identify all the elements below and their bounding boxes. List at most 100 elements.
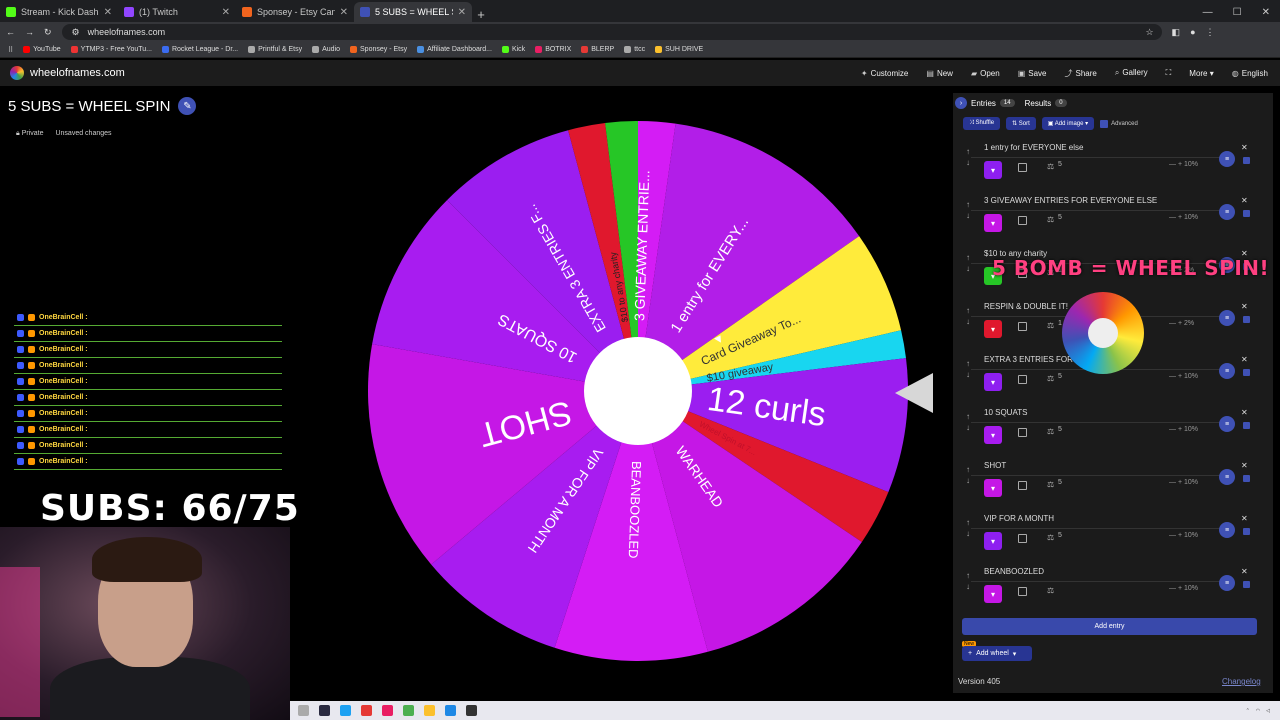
entry-menu-button[interactable]: ≡ xyxy=(1219,416,1235,432)
private-badge[interactable]: 🔒︎ Private xyxy=(16,130,43,138)
profile-icon[interactable]: ● xyxy=(1190,27,1195,37)
tray-up-icon[interactable]: ⌃ xyxy=(1246,708,1250,714)
entry-text[interactable]: 3 GIVEAWAY ENTRIES FOR EVERYONE ELSE xyxy=(984,196,1157,205)
delete-entry-icon[interactable]: ✕ xyxy=(1241,514,1248,523)
search-icon[interactable] xyxy=(298,705,309,716)
reorder-icon[interactable]: ↑ ↓ xyxy=(966,517,970,539)
app-icon[interactable] xyxy=(445,705,456,716)
forward-icon[interactable]: → xyxy=(25,27,34,37)
entry-weight[interactable]: 5 xyxy=(1058,426,1062,433)
entry-weight[interactable]: 5 xyxy=(1058,373,1062,380)
entry-text[interactable]: RESPIN & DOUBLE IT! xyxy=(984,302,1068,311)
entry-row[interactable]: ↑ ↓ 3 GIVEAWAY ENTRIES FOR EVERYONE ELSE … xyxy=(963,196,1263,246)
entry-weight[interactable]: 1 xyxy=(1058,320,1062,327)
entry-weight[interactable]: 5 xyxy=(1058,161,1062,168)
reorder-icon[interactable]: ↑ ↓ xyxy=(966,199,970,221)
tab-entries[interactable]: › Entries 14 xyxy=(955,97,1015,109)
browser-tab[interactable]: (1) Twitch ✕ xyxy=(118,2,236,22)
wheel-svg[interactable]: 1 entry for EVERY...Card Giveaway To...$… xyxy=(367,120,909,662)
entry-text[interactable]: EXTRA 3 ENTRIES FOR xyxy=(984,355,1073,364)
entry-menu-button[interactable]: ≡ xyxy=(1219,575,1235,591)
entry-image-icon[interactable] xyxy=(1018,534,1027,543)
entry-text[interactable]: 1 entry for EVERYONE else xyxy=(984,143,1083,152)
reorder-icon[interactable]: ↑ ↓ xyxy=(966,305,970,327)
tab-results[interactable]: Results 0 xyxy=(1025,99,1067,108)
reorder-icon[interactable]: ↑ ↓ xyxy=(966,146,970,168)
add-image-button[interactable]: ▣ Add image ▾ xyxy=(1041,117,1095,130)
browser-tab[interactable]: Stream - Kick Dashboard✕ xyxy=(0,2,118,22)
delete-entry-icon[interactable]: ✕ xyxy=(1241,355,1248,364)
close-window-icon[interactable]: ✕ xyxy=(1262,7,1270,18)
entry-menu-button[interactable]: ≡ xyxy=(1219,151,1235,167)
close-icon[interactable]: ✕ xyxy=(222,7,230,18)
browser-tab-active[interactable]: 5 SUBS = WHEEL SPIN✕ xyxy=(354,2,472,22)
close-icon[interactable]: ✕ xyxy=(340,7,348,18)
bookmark[interactable]: BOTRIX xyxy=(535,46,571,53)
bookmark-star-icon[interactable]: ☆ xyxy=(1145,27,1161,38)
site-info-icon[interactable]: ⚙ xyxy=(72,27,80,38)
entry-color-swatch[interactable]: ▾ xyxy=(984,585,1002,603)
more-button[interactable]: More ▾ xyxy=(1189,69,1213,78)
entry-row[interactable]: ↑ ↓ 10 SQUATS ▾ ⚖ 5 — + 10% ≡ ✕ xyxy=(963,408,1263,458)
delete-entry-icon[interactable]: ✕ xyxy=(1241,567,1248,576)
volume-icon[interactable]: ◁ xyxy=(1266,708,1270,714)
sort-button[interactable]: ⇅ Sort xyxy=(1006,117,1036,130)
entry-text[interactable]: 10 SQUATS xyxy=(984,408,1027,417)
entry-color-swatch[interactable]: ▾ xyxy=(984,373,1002,391)
entry-enabled-checkbox[interactable] xyxy=(1243,210,1250,217)
chrome-icon[interactable] xyxy=(424,705,435,716)
spin-wheel[interactable]: 1 entry for EVERY... Card Giveaway To... $… xyxy=(367,120,909,662)
save-button[interactable]: ▣ Save xyxy=(1018,69,1047,78)
bookmark[interactable]: Affiliate Dashboard... xyxy=(417,46,492,53)
changelog-link[interactable]: Changelog xyxy=(1222,677,1261,686)
reorder-icon[interactable]: ↑ ↓ xyxy=(966,358,970,380)
add-entry-button[interactable]: Add entry xyxy=(962,618,1257,635)
entry-image-icon[interactable] xyxy=(1018,216,1027,225)
delete-entry-icon[interactable]: ✕ xyxy=(1241,408,1248,417)
entry-weight[interactable]: 5 xyxy=(1058,532,1062,539)
app-icon[interactable] xyxy=(382,705,393,716)
language-button[interactable]: ◍ English xyxy=(1232,69,1268,78)
close-icon[interactable]: ✕ xyxy=(104,7,112,18)
entry-enabled-checkbox[interactable] xyxy=(1243,157,1250,164)
collapse-icon[interactable]: › xyxy=(955,97,967,109)
opera-icon[interactable] xyxy=(361,705,372,716)
entry-weight[interactable]: 5 xyxy=(1058,214,1062,221)
entry-image-icon[interactable] xyxy=(1018,481,1027,490)
new-tab-button[interactable]: + xyxy=(472,7,490,22)
bookmark[interactable]: Audio xyxy=(312,46,340,53)
fullscreen-icon[interactable]: ⛶ xyxy=(1166,68,1172,78)
entry-enabled-checkbox[interactable] xyxy=(1243,422,1250,429)
gallery-button[interactable]: ⌕ Gallery xyxy=(1115,68,1148,78)
entry-enabled-checkbox[interactable] xyxy=(1243,475,1250,482)
entry-enabled-checkbox[interactable] xyxy=(1243,316,1250,323)
entry-enabled-checkbox[interactable] xyxy=(1243,528,1250,535)
bookmark[interactable]: Kick xyxy=(501,46,525,53)
shuffle-button[interactable]: ⤨ Shuffle xyxy=(963,117,1001,130)
customize-button[interactable]: ✦ Customize xyxy=(861,69,909,78)
entry-menu-button[interactable]: ≡ xyxy=(1219,469,1235,485)
entry-image-icon[interactable] xyxy=(1018,587,1027,596)
entry-row[interactable]: ↑ ↓ VIP FOR A MONTH ▾ ⚖ 5 — + 10% ≡ ✕ xyxy=(963,514,1263,564)
bookmark[interactable]: YouTube xyxy=(23,46,61,53)
app-icon[interactable] xyxy=(403,705,414,716)
entry-row[interactable]: ↑ ↓ BEANBOOZLED ▾ ⚖ — + 10% ≡ ✕ xyxy=(963,567,1263,617)
entry-color-swatch[interactable]: ▾ xyxy=(984,426,1002,444)
delete-entry-icon[interactable]: ✕ xyxy=(1241,143,1248,152)
address-bar[interactable]: ⚙ wheelofnames.com ☆ xyxy=(61,24,1162,40)
reload-icon[interactable]: ↻ xyxy=(44,27,52,38)
terminal-icon[interactable] xyxy=(466,705,477,716)
entry-color-swatch[interactable]: ▾ xyxy=(984,479,1002,497)
entry-image-icon[interactable] xyxy=(1018,322,1027,331)
entry-color-swatch[interactable]: ▾ xyxy=(984,532,1002,550)
open-button[interactable]: ▰ Open xyxy=(971,69,1000,78)
apps-icon[interactable]: ⠿ xyxy=(8,46,13,54)
close-icon[interactable]: ✕ xyxy=(458,7,466,18)
wheel-center-button[interactable] xyxy=(584,337,692,445)
entry-row[interactable]: ↑ ↓ SHOT ▾ ⚖ 5 — + 10% ≡ ✕ xyxy=(963,461,1263,511)
obs-icon[interactable] xyxy=(319,705,330,716)
delete-entry-icon[interactable]: ✕ xyxy=(1241,461,1248,470)
bookmark[interactable]: BLERP xyxy=(581,46,614,53)
extensions-icon[interactable]: ◧ xyxy=(1172,27,1181,38)
share-button[interactable]: ⤴ Share xyxy=(1064,68,1096,79)
